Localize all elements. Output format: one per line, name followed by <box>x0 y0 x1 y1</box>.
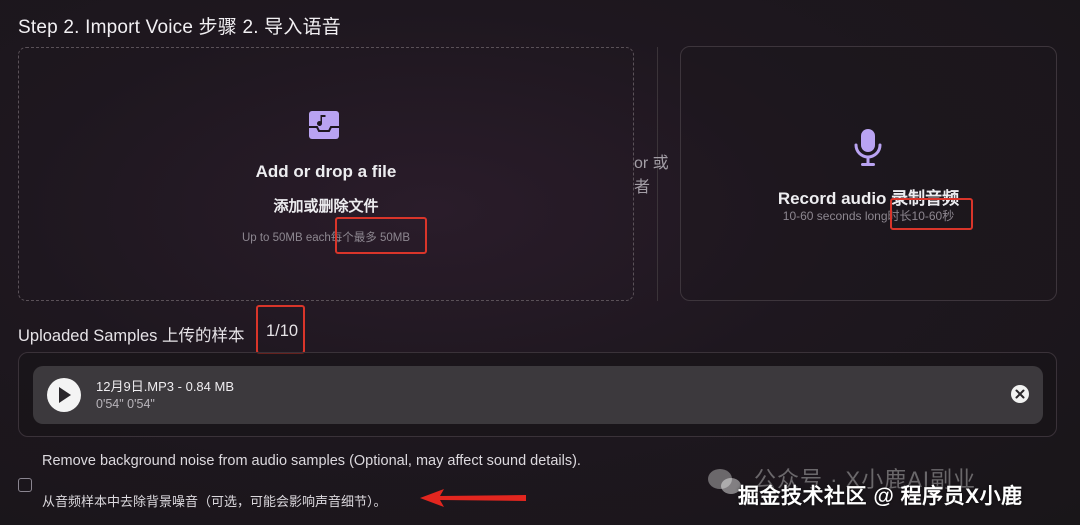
highlight-box <box>890 198 973 230</box>
dropzone-title: Add or drop a file <box>255 162 397 181</box>
remove-noise-checkbox[interactable] <box>18 478 32 492</box>
or-text-en: or 或 <box>634 155 669 172</box>
or-text-cn: 者 <box>634 179 651 196</box>
sample-file-name: 12月9日.MP3 - 0.84 MB <box>96 379 234 394</box>
play-button[interactable] <box>47 378 81 412</box>
step-title: Step 2. Import Voice 步骤 2. 导入语音 <box>18 17 341 38</box>
or-separator: or 或 者 <box>634 152 669 200</box>
microphone-icon <box>854 129 882 166</box>
play-icon <box>59 387 71 403</box>
remove-sample-button[interactable] <box>1011 385 1029 403</box>
record-length-en: 10-60 seconds long <box>782 209 888 223</box>
record-audio-title: Record audio 录制音频 <box>777 189 960 208</box>
highlight-box <box>256 305 305 354</box>
record-audio-button[interactable] <box>680 46 1057 301</box>
sample-duration: 0'54" 0'54" <box>96 397 155 411</box>
watermark-juejin: 掘金技术社区 @ 程序员X小鹿 <box>738 485 1023 508</box>
music-inbox-icon <box>309 111 339 139</box>
record-length: 10-60 seconds long时长10-60秒 <box>680 207 1057 224</box>
remove-noise-label-cn: 从音频样本中去除背景噪音（可选，可能会影响声音细节）。 <box>42 494 387 509</box>
uploaded-samples-label: Uploaded Samples 上传的样本 <box>18 327 245 345</box>
dropzone-title-cn: 添加或删除文件 <box>273 198 379 215</box>
dropzone-size-limit: Up to 50MB each每个最多 50MB <box>18 229 634 245</box>
sample-item <box>33 366 1043 424</box>
size-limit-en: Up to 50MB each <box>241 232 331 244</box>
remove-noise-label: Remove background noise from audio sampl… <box>42 453 581 469</box>
highlight-box <box>335 217 427 254</box>
red-arrow-annotation <box>420 489 526 507</box>
close-icon <box>1015 389 1025 399</box>
